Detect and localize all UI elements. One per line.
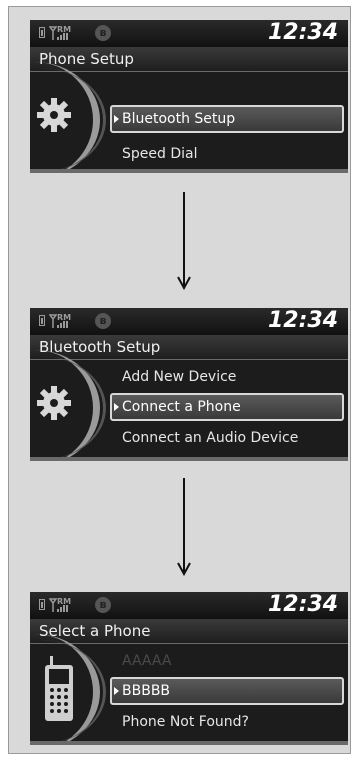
svg-text:RM: RM [57,25,71,34]
menu-item-bluetooth-setup[interactable]: Bluetooth Setup [110,105,344,133]
bluetooth-icon: ʙ [95,25,111,41]
icon-panel [30,350,120,461]
menu-item-connect-a-phone[interactable]: Connect a Phone [110,393,344,421]
bottom-bar [30,457,348,461]
battery-icon [39,315,45,326]
battery-icon [39,599,45,610]
screen-select-a-phone: RM ʙ 12:34 Select a Phone AAAAA BBBBB Ph… [30,592,348,745]
menu-item-speed-dial[interactable]: Speed Dial [114,140,342,168]
menu-item-bbbbb[interactable]: BBBBB [110,677,344,705]
menu-item-phone-not-found[interactable]: Phone Not Found? [114,708,342,736]
battery-icon [39,27,45,38]
signal-icon: RM [49,597,71,612]
bluetooth-icon: ʙ [95,313,111,329]
bluetooth-icon: ʙ [95,597,111,613]
status-bar: RM ʙ 12:34 [30,308,348,335]
title-bar: Select a Phone [30,619,348,644]
bottom-bar [30,169,348,173]
title-bar: Phone Setup [30,47,348,72]
down-arrow-icon [177,192,191,294]
menu-item-aaaaa[interactable]: AAAAA [114,647,342,675]
status-bar: RM ʙ 12:34 [30,592,348,619]
svg-text:RM: RM [57,597,71,606]
screen-bluetooth-setup: RM ʙ 12:34 Bluetooth Setup Add New Devic… [30,308,348,461]
clock: 12:34 [267,20,338,45]
bottom-bar [30,741,348,745]
clock: 12:34 [267,308,338,333]
menu-item-add-new-device[interactable]: Add New Device [114,363,342,391]
status-bar: RM ʙ 12:34 [30,20,348,47]
icon-panel [30,634,120,745]
signal-icon: RM [49,25,71,40]
title-bar: Bluetooth Setup [30,335,348,360]
menu-item-connect-audio-device[interactable]: Connect an Audio Device [114,424,342,452]
gear-icon [37,386,71,420]
phone-icon [45,656,73,721]
svg-text:RM: RM [57,313,71,322]
down-arrow-icon [177,478,191,580]
screen-phone-setup: RM ʙ 12:34 Phone Setup Bluetooth Setup S… [30,20,348,173]
clock: 12:34 [267,592,338,617]
signal-icon: RM [49,313,71,328]
gear-icon [37,98,71,132]
icon-panel [30,62,120,173]
